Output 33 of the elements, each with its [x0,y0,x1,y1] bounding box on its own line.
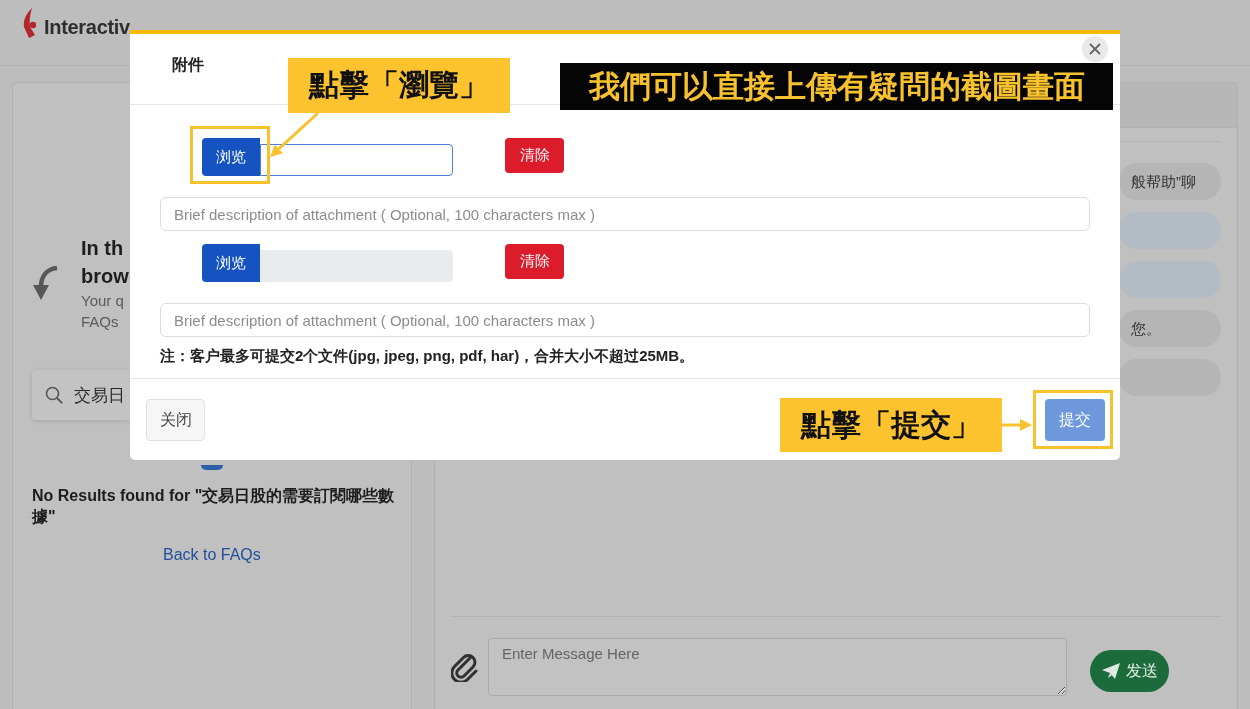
browse-button[interactable]: 浏览 [202,138,260,176]
close-icon [1089,43,1101,55]
close-button[interactable]: 关闭 [146,399,205,441]
message-field[interactable]: Enter Message Here [488,638,1067,696]
callout-label: 點擊「瀏覽」 [288,58,510,113]
send-button[interactable]: 发送 [1090,650,1169,692]
heading-line: In th [81,236,125,261]
send-icon [1101,663,1120,679]
agent-message-bubble: 您。 [1119,310,1221,347]
no-results-message: No Results found for "交易日股的需要訂閱哪些數據" [32,486,396,527]
search-icon [45,386,63,404]
subtext-line: FAQs [81,312,120,332]
note-text: 注：客户最多可提交2个文件(jpg, jpeg, png, pdf, har)，合并大小不超过25MB。 [160,346,696,366]
pointer-arrow [1002,419,1032,431]
browse-button[interactable]: 浏览 [202,244,260,282]
dialog-title: 附件 [172,56,204,73]
agent-message-bubble: 般帮助”聊 [1119,163,1221,200]
paperclip-icon[interactable] [451,652,479,682]
caption-banner: 我們可以直接上傳有疑問的截圖畫面 [560,63,1113,110]
clear-button[interactable]: 清除 [505,244,564,279]
dialog-close-button[interactable] [1082,36,1108,62]
clear-button[interactable]: 清除 [505,138,564,173]
heading-line: brow [81,264,129,289]
subtext-line: Your q [81,291,125,311]
curved-arrow-icon [32,266,58,300]
file-field[interactable] [260,144,453,176]
pointer-arrow [270,111,319,157]
search-field[interactable]: 交易日 [32,370,130,420]
logo-wordmark: Interactiv [44,15,130,39]
description-field[interactable]: Brief description of attachment ( Optional, 100 characters max ) [160,303,1090,337]
back-to-faqs-link[interactable]: Back to FAQs [163,544,261,565]
description-field[interactable]: Brief description of attachment ( Optional, 100 characters max ) [160,197,1090,231]
callout-label: 點擊「提交」 [780,398,1002,452]
